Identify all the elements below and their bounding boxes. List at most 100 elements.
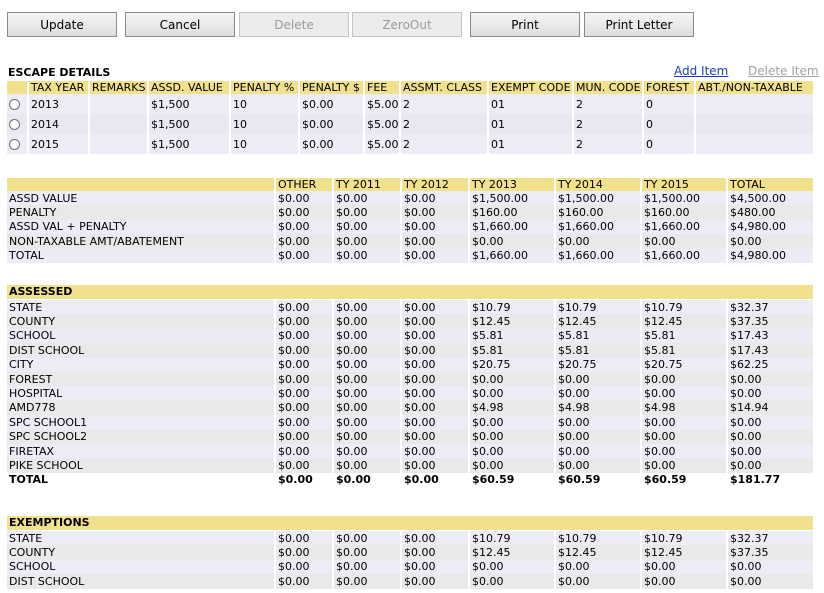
amount-cell: $0.00 <box>555 458 642 473</box>
escape-row-select-cell <box>7 114 29 134</box>
amount-cell: $0.00 <box>727 371 813 387</box>
escape-header-row: TAX YEAR REMARKS ASSD. VALUE PENALTY % P… <box>7 81 813 94</box>
escape-cell: 0 <box>643 134 696 154</box>
row-radio-button[interactable] <box>9 139 20 150</box>
amount-cell: $0.00 <box>333 219 402 235</box>
row-label: AMD778 <box>7 400 276 416</box>
amount-cell: $10.79 <box>555 300 642 315</box>
row-radio-button[interactable] <box>9 99 20 110</box>
row-label: HOSPITAL <box>7 386 276 401</box>
table-row: CITY $0.00 $0.00 $0.00 $20.75 $20.75 $20.75 $62… <box>7 357 813 372</box>
escape-cell: $0.00 <box>299 114 365 134</box>
total-amount-cell: $0.00 <box>401 472 470 488</box>
escape-cell: $0.00 <box>299 94 365 114</box>
table-row: COUNTY $0.00 $0.00 $0.00 $12.45 $12.45 $12.45 $… <box>7 545 813 560</box>
escape-cell: 10 <box>230 134 300 154</box>
amount-cell: $4.98 <box>641 400 728 416</box>
add-item-link[interactable]: Add Item <box>674 64 728 78</box>
amount-cell: $0.00 <box>333 429 402 444</box>
escape-header-cell: FEE <box>364 81 401 94</box>
print-button[interactable]: Print <box>470 12 580 37</box>
amount-cell: $0.00 <box>727 415 813 430</box>
assessed-table: STATE $0.00 $0.00 $0.00 $10.79 $10.79 $10.79 $3… <box>7 300 813 488</box>
amount-cell: $0.00 <box>727 429 813 444</box>
amount-cell: $0.00 <box>275 458 334 473</box>
exemptions-section-header: EXEMPTIONS <box>7 516 813 530</box>
table-row: COUNTY $0.00 $0.00 $0.00 $12.45 $12.45 $12.45 $… <box>7 314 813 329</box>
amount-cell: $0.00 <box>275 400 334 416</box>
amount-cell: $0.00 <box>333 400 402 416</box>
amount-cell: $0.00 <box>333 191 402 206</box>
amount-cell: $0.00 <box>469 429 556 444</box>
amount-cell: $0.00 <box>401 458 470 473</box>
update-button[interactable]: Update <box>7 12 117 37</box>
amount-cell: $0.00 <box>401 357 470 372</box>
amount-cell: $12.45 <box>469 545 556 560</box>
row-label: COUNTY <box>7 314 276 329</box>
exemptions-table: STATE $0.00 $0.00 $0.00 $10.79 $10.79 $10.79 $3… <box>7 531 813 589</box>
amount-cell: $12.45 <box>641 314 728 329</box>
amount-cell: $0.00 <box>555 574 642 589</box>
delete-button[interactable]: Delete <box>239 12 349 37</box>
escape-cell: 2 <box>573 134 644 154</box>
row-label: ASSD VAL + PENALTY <box>7 219 276 235</box>
amount-cell: $0.00 <box>401 300 470 315</box>
summary-header-cell: TY 2013 <box>469 178 556 191</box>
amount-cell: $0.00 <box>641 574 728 589</box>
amount-cell: $0.00 <box>469 234 556 249</box>
amount-cell: $0.00 <box>333 386 402 401</box>
escape-cell: 2 <box>573 114 644 134</box>
zeroout-button[interactable]: ZeroOut <box>352 12 462 37</box>
amount-cell: $0.00 <box>333 205 402 220</box>
amount-cell: $0.00 <box>555 371 642 387</box>
amount-cell: $1,500.00 <box>555 191 642 206</box>
amount-cell: $0.00 <box>275 328 334 344</box>
table-row: SCHOOL $0.00 $0.00 $0.00 $5.81 $5.81 $5.81 $17.… <box>7 328 813 344</box>
table-row: STATE $0.00 $0.00 $0.00 $10.79 $10.79 $10.79 $3… <box>7 531 813 546</box>
amount-cell: $0.00 <box>401 443 470 459</box>
amount-cell: $0.00 <box>333 531 402 546</box>
summary-header-cell: TY 2014 <box>555 178 642 191</box>
escape-header-cell: ASSD. VALUE <box>148 81 231 94</box>
amount-cell: $1,500.00 <box>641 191 728 206</box>
amount-cell: $1,660.00 <box>555 248 642 263</box>
escape-row-select-cell <box>7 134 29 154</box>
amount-cell: $1,500.00 <box>469 191 556 206</box>
amount-cell: $0.00 <box>641 443 728 459</box>
escape-cell: 2 <box>400 134 489 154</box>
amount-cell: $0.00 <box>641 415 728 430</box>
table-row: HOSPITAL $0.00 $0.00 $0.00 $0.00 $0.00 $0.00 $0… <box>7 386 813 401</box>
table-row: STATE $0.00 $0.00 $0.00 $10.79 $10.79 $10.79 $3… <box>7 300 813 315</box>
table-row: SCHOOL $0.00 $0.00 $0.00 $0.00 $0.00 $0.00 $0.0… <box>7 559 813 575</box>
escape-cell: 2014 <box>28 114 90 134</box>
amount-cell: $0.00 <box>401 343 470 358</box>
assessed-section-header: ASSESSED <box>7 285 813 299</box>
row-label: SPC SCHOOL2 <box>7 429 276 444</box>
delete-item-link[interactable]: Delete Item <box>748 64 819 78</box>
amount-cell: $0.00 <box>401 328 470 344</box>
amount-cell: $17.43 <box>727 328 813 344</box>
amount-cell: $0.00 <box>275 219 334 235</box>
escape-header-cell <box>7 81 29 94</box>
amount-cell: $10.79 <box>555 531 642 546</box>
summary-header-cell: TOTAL <box>727 178 813 191</box>
amount-cell: $0.00 <box>333 545 402 560</box>
escape-header-cell: PENALTY % <box>230 81 300 94</box>
amount-cell: $0.00 <box>401 429 470 444</box>
amount-cell: $0.00 <box>555 415 642 430</box>
row-radio-button[interactable] <box>9 119 20 130</box>
escape-header-cell: ABT./NON-TAXABLE <box>695 81 813 94</box>
escape-cell: $5.00 <box>364 114 401 134</box>
amount-cell: $0.00 <box>275 234 334 249</box>
amount-cell: $5.81 <box>555 328 642 344</box>
amount-cell: $32.37 <box>727 531 813 546</box>
amount-cell: $32.37 <box>727 300 813 315</box>
amount-cell: $5.81 <box>555 343 642 358</box>
amount-cell: $0.00 <box>275 343 334 358</box>
print-letter-button[interactable]: Print Letter <box>584 12 694 37</box>
amount-cell: $0.00 <box>275 545 334 560</box>
escape-header-cell: ASSMT. CLASS <box>400 81 489 94</box>
cancel-button[interactable]: Cancel <box>125 12 235 37</box>
amount-cell: $0.00 <box>333 357 402 372</box>
amount-cell: $4,980.00 <box>727 219 813 235</box>
